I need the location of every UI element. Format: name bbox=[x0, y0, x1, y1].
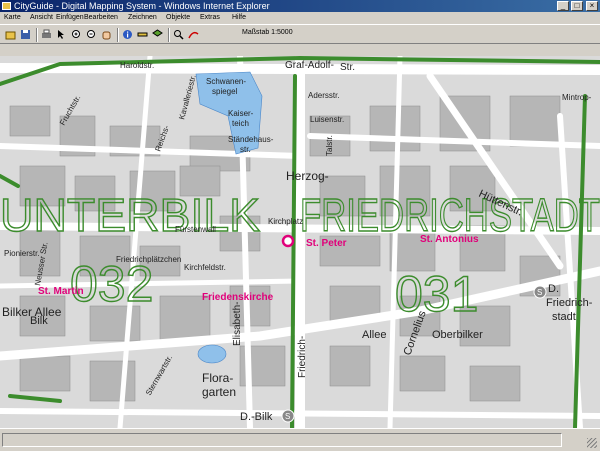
street-label: D. bbox=[548, 283, 559, 295]
street-label: stadt bbox=[552, 311, 576, 323]
open-icon[interactable] bbox=[4, 28, 17, 41]
toolbar-separator bbox=[36, 28, 38, 42]
district-number-friedrichstadt: 031 bbox=[395, 266, 478, 322]
scale-label: Maßstab 1:5000 bbox=[242, 29, 293, 36]
street-label: Flora- bbox=[202, 371, 233, 385]
street-label: Bilk bbox=[30, 315, 48, 327]
sbahn-station-bilk[interactable]: S bbox=[281, 409, 295, 423]
toolbar: Maßstab 1:5000 bbox=[0, 24, 600, 44]
print-icon[interactable] bbox=[40, 28, 53, 41]
street-label: Herzog- bbox=[286, 169, 329, 183]
menu-extras[interactable]: Extras bbox=[200, 12, 220, 24]
street-label: str. bbox=[240, 145, 251, 154]
street-label: Kirchplatz bbox=[268, 217, 303, 226]
resize-grip-icon[interactable] bbox=[587, 438, 597, 448]
street-label: Mintrop- bbox=[562, 93, 592, 102]
street-label: Schwanen- bbox=[206, 77, 246, 86]
measure-icon[interactable] bbox=[136, 28, 149, 41]
poi-label-st-martin[interactable]: St. Martin bbox=[38, 286, 84, 297]
route-icon[interactable] bbox=[187, 28, 200, 41]
street-label: Oberbilker bbox=[432, 329, 483, 341]
menu-karte[interactable]: Karte bbox=[4, 12, 21, 24]
street-label: Elisabeth- bbox=[232, 302, 243, 346]
poi-label-st-antonius[interactable]: St. Antonius bbox=[420, 234, 479, 245]
street-label: Talstr. bbox=[325, 135, 334, 156]
poi-label-friedenskirche[interactable]: Friedenskirche bbox=[202, 292, 274, 303]
street-label: Haroldstr. bbox=[120, 61, 154, 70]
street-label: Luisenstr. bbox=[310, 115, 344, 124]
street-label: Kirchfeldstr. bbox=[184, 263, 226, 272]
street-label: Friedrich- bbox=[546, 297, 593, 309]
street-label: Ständehaus- bbox=[228, 135, 274, 144]
poi-marker-st-peter[interactable] bbox=[281, 234, 295, 248]
street-label: Adersstr. bbox=[308, 91, 340, 100]
poi-label-st-peter[interactable]: St. Peter bbox=[306, 238, 347, 249]
street-label: Graf-Adolf- bbox=[285, 60, 334, 71]
svg-text:S: S bbox=[537, 288, 542, 297]
maximize-button[interactable]: □ bbox=[571, 1, 583, 11]
menu-bar: Karte Ansicht Einfügen Bearbeiten Zeichn… bbox=[0, 12, 600, 24]
save-icon[interactable] bbox=[19, 28, 32, 41]
select-arrow-icon[interactable] bbox=[55, 28, 68, 41]
menu-objekte[interactable]: Objekte bbox=[166, 12, 190, 24]
title-bar: CityGuide - Digital Mapping System - Win… bbox=[0, 0, 600, 12]
layers-icon[interactable] bbox=[151, 28, 164, 41]
search-icon[interactable] bbox=[172, 28, 185, 41]
menu-ansicht[interactable]: Ansicht bbox=[30, 12, 53, 24]
street-label: D.-Bilk bbox=[240, 411, 273, 423]
pan-hand-icon[interactable] bbox=[100, 28, 113, 41]
menu-bearbeiten[interactable]: Bearbeiten bbox=[84, 12, 118, 24]
zoom-in-icon[interactable] bbox=[70, 28, 83, 41]
minimize-button[interactable]: _ bbox=[557, 1, 569, 11]
toolbar-separator bbox=[117, 28, 119, 42]
close-button[interactable]: × bbox=[586, 1, 598, 11]
menu-einfuegen[interactable]: Einfügen bbox=[56, 12, 84, 24]
street-label: Fürstenwall bbox=[175, 225, 216, 234]
status-bar bbox=[0, 428, 600, 451]
zoom-out-icon[interactable] bbox=[85, 28, 98, 41]
street-label: garten bbox=[202, 385, 236, 399]
toolbar-separator bbox=[168, 28, 170, 42]
district-name-unterbilk: UNTERBILK bbox=[0, 189, 260, 241]
city-map[interactable]: UNTERBILK 032 FRIEDRICHSTADT 031 St. Pet… bbox=[0, 56, 600, 428]
info-icon[interactable] bbox=[121, 28, 134, 41]
street-label: teich bbox=[232, 119, 249, 128]
street-label: Str. bbox=[340, 62, 355, 73]
street-label: Allee bbox=[362, 329, 386, 341]
window-title: CityGuide - Digital Mapping System - Win… bbox=[14, 1, 270, 11]
street-label: Pionierstr. bbox=[4, 249, 40, 258]
app-icon bbox=[2, 2, 11, 10]
menu-hilfe[interactable]: Hilfe bbox=[232, 12, 246, 24]
menu-zeichnen[interactable]: Zeichnen bbox=[128, 12, 157, 24]
district-number-unterbilk: 032 bbox=[70, 256, 153, 312]
status-text bbox=[2, 433, 562, 447]
street-label: Friedrich- bbox=[297, 336, 308, 378]
street-label: spiegel bbox=[212, 87, 238, 96]
street-label: Friedrichplätzchen bbox=[116, 255, 181, 264]
svg-text:S: S bbox=[285, 412, 290, 421]
sbahn-station-friedrichstadt[interactable]: S bbox=[533, 285, 547, 299]
street-label: Kaiser- bbox=[228, 109, 254, 118]
